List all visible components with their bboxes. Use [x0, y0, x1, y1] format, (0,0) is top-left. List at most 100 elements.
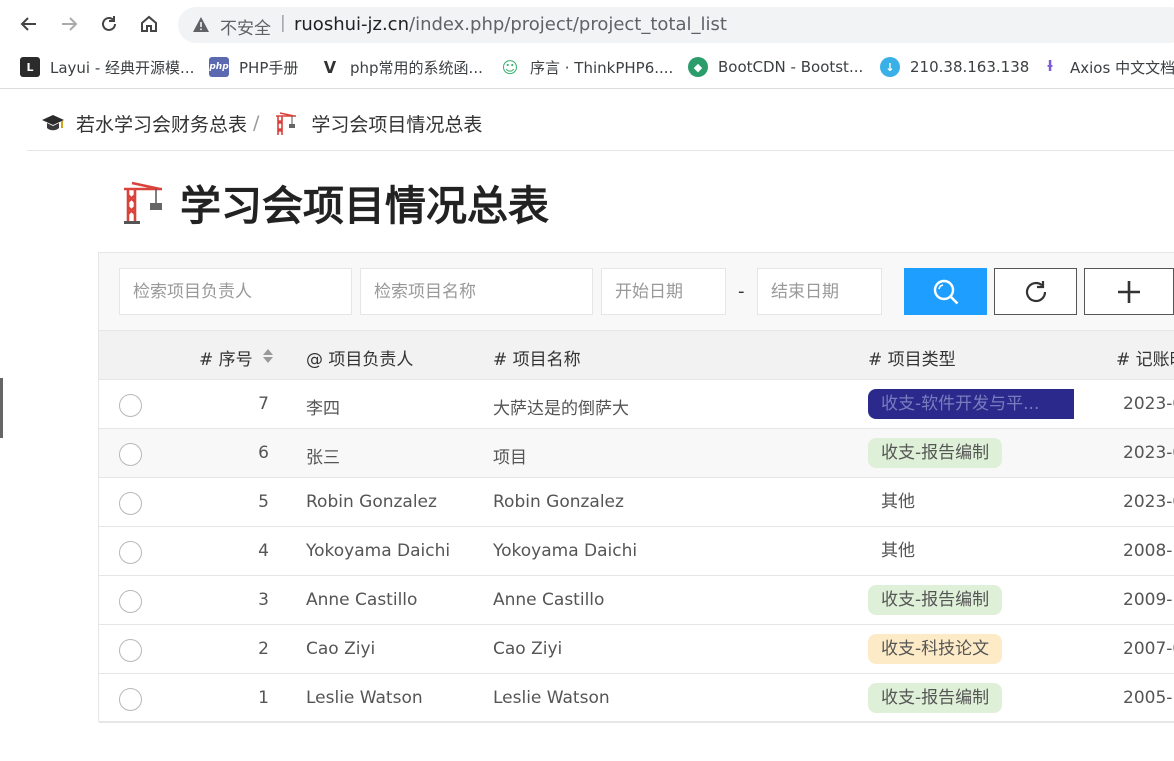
project-table-panel: - # 序号 @ 项目负责人 # 项目名称 # 项目类型 # 记账时 7 李四 …	[98, 252, 1174, 723]
cell-date: 2005-1	[1123, 688, 1174, 708]
url-path: /index.php/project/project_total_list	[409, 14, 727, 35]
row-radio[interactable]	[119, 394, 142, 417]
cell-no: 7	[258, 394, 269, 414]
cell-no: 3	[258, 590, 269, 610]
axios-icon: ƚ	[1047, 59, 1053, 75]
scroll-handle[interactable]	[0, 378, 3, 438]
header-date: # 记账时	[1116, 350, 1174, 370]
filter-toolbar: -	[99, 253, 1174, 331]
cell-no: 6	[258, 443, 269, 463]
row-radio[interactable]	[119, 688, 142, 711]
warning-icon	[193, 17, 209, 32]
date-range-dash: -	[738, 281, 745, 302]
row-radio[interactable]	[119, 492, 142, 515]
table-row[interactable]: 7 李四 大萨达是的倒萨大 收支-软件开发与平... 2023-0	[99, 380, 1174, 429]
table-row[interactable]: 1 Leslie Watson Leslie Watson 收支-报告编制 20…	[99, 674, 1174, 723]
php-icon: php	[209, 57, 229, 77]
insecure-label: 不安全	[220, 19, 271, 39]
sort-icon[interactable]	[261, 347, 275, 365]
table-row[interactable]: 5 Robin Gonzalez Robin Gonzalez 其他 2023-…	[99, 478, 1174, 527]
reload-button[interactable]	[97, 12, 121, 36]
chrome-divider	[0, 88, 1174, 89]
layui-icon: L	[20, 57, 40, 77]
header-type: # 项目类型	[868, 350, 956, 370]
row-radio[interactable]	[119, 590, 142, 613]
end-date-input[interactable]	[757, 268, 882, 315]
header-no[interactable]: # 序号	[199, 345, 253, 370]
browser-toolbar: 不安全 | ruoshui-jz.cn/index.php/project/pr…	[0, 0, 1174, 48]
home-button[interactable]	[137, 12, 161, 36]
table-row[interactable]: 2 Cao Ziyi Cao Ziyi 收支-科技论文 2007-0	[99, 625, 1174, 674]
bookmark-label: BootCDN - Bootst...	[718, 58, 864, 76]
forward-button[interactable]	[57, 12, 81, 36]
cell-date: 2007-0	[1123, 639, 1174, 659]
bookmark-label: Axios 中文文档	[1070, 58, 1174, 77]
cell-owner: Robin Gonzalez	[306, 492, 437, 512]
crane-icon	[124, 181, 162, 224]
cell-name: Leslie Watson	[493, 688, 610, 708]
bookmark-bootcdn[interactable]: ◆ BootCDN - Bootst...	[688, 55, 863, 79]
breadcrumb-current: 学习会项目情况总表	[311, 113, 483, 136]
row-radio[interactable]	[119, 443, 142, 466]
bookmark-label: php常用的系统函...	[350, 58, 483, 77]
cell-name: 项目	[493, 448, 527, 468]
bookmark-thinkphp[interactable]: ☺ 序言 · ThinkPHP6....	[500, 55, 674, 79]
header-owner: @ 项目负责人	[306, 350, 414, 370]
bookmark-layui[interactable]: L Layui - 经典开源模...	[20, 55, 194, 79]
refresh-button[interactable]	[994, 268, 1077, 315]
bookmark-php-manual[interactable]: php PHP手册	[209, 55, 298, 79]
url-separator: |	[280, 13, 286, 33]
bookmark-axios[interactable]: ƚ Axios 中文文档	[1040, 55, 1174, 79]
owner-search-input[interactable]	[119, 268, 352, 315]
breadcrumb-divider	[27, 150, 1174, 151]
bookmark-label: Layui - 经典开源模...	[50, 58, 195, 77]
row-radio[interactable]	[119, 541, 142, 564]
bookmark-label: 序言 · ThinkPHP6....	[530, 58, 674, 77]
search-icon	[933, 279, 958, 304]
table-row[interactable]: 6 张三 项目 收支-报告编制 2023-0	[99, 429, 1174, 478]
thinkphp-icon: ☺	[501, 57, 519, 77]
start-date-input[interactable]	[601, 268, 726, 315]
cell-no: 2	[258, 639, 269, 659]
cell-name: Cao Ziyi	[493, 639, 563, 659]
url-text: ruoshui-jz.cn/index.php/project/project_…	[294, 14, 727, 35]
cell-name: 大萨达是的倒萨大	[493, 399, 629, 419]
page-title: 学习会项目情况总表	[120, 176, 549, 230]
table-row[interactable]: 3 Anne Castillo Anne Castillo 收支-报告编制 20…	[99, 576, 1174, 625]
arrow-left-icon	[20, 17, 36, 31]
cell-owner: Yokoyama Daichi	[306, 541, 451, 561]
page-title-text: 学习会项目情况总表	[180, 182, 549, 230]
graduation-cap-icon	[42, 115, 64, 131]
cell-date: 2023-0	[1123, 492, 1174, 512]
bookmark-php-functions[interactable]: ᐯ php常用的系统函...	[320, 55, 483, 79]
header-name: # 项目名称	[493, 350, 581, 370]
bookmarks-bar: L Layui - 经典开源模... php PHP手册 ᐯ php常用的系统函…	[0, 50, 1174, 84]
cell-owner: Cao Ziyi	[306, 639, 376, 659]
name-search-input[interactable]	[360, 268, 593, 315]
table-row[interactable]: 4 Yokoyama Daichi Yokoyama Daichi 其他 200…	[99, 527, 1174, 576]
php-functions-icon: ᐯ	[323, 57, 337, 77]
cell-name: Robin Gonzalez	[493, 492, 624, 512]
cell-type-tag: 其他	[881, 541, 915, 561]
address-bar[interactable]: 不安全 | ruoshui-jz.cn/index.php/project/pr…	[178, 7, 1174, 43]
bookmark-ip[interactable]: ↓ 210.38.163.138	[880, 55, 1029, 79]
cell-type-tag: 收支-报告编制	[868, 585, 1003, 615]
arrow-right-icon	[62, 17, 78, 31]
reload-icon	[102, 16, 116, 31]
breadcrumb-home[interactable]: 若水学习会财务总表	[76, 110, 247, 137]
bookmark-label: PHP手册	[239, 58, 299, 77]
bootcdn-icon: ◆	[688, 57, 708, 77]
breadcrumb: 若水学习会财务总表 / 学习会项目情况总表	[40, 108, 482, 138]
back-button[interactable]	[17, 12, 41, 36]
cell-owner: Leslie Watson	[306, 688, 423, 708]
search-button[interactable]	[904, 268, 987, 315]
cell-no: 1	[258, 688, 269, 708]
cell-type-tag: 收支-科技论文	[868, 634, 1003, 664]
row-radio[interactable]	[119, 639, 142, 662]
cell-name: Anne Castillo	[493, 590, 605, 610]
url-host: ruoshui-jz.cn	[294, 14, 409, 35]
add-project-button[interactable]	[1084, 268, 1174, 315]
cell-date: 2009-1	[1123, 590, 1174, 610]
cell-owner: 李四	[306, 399, 340, 419]
cell-type-tag: 收支-报告编制	[868, 683, 1003, 713]
